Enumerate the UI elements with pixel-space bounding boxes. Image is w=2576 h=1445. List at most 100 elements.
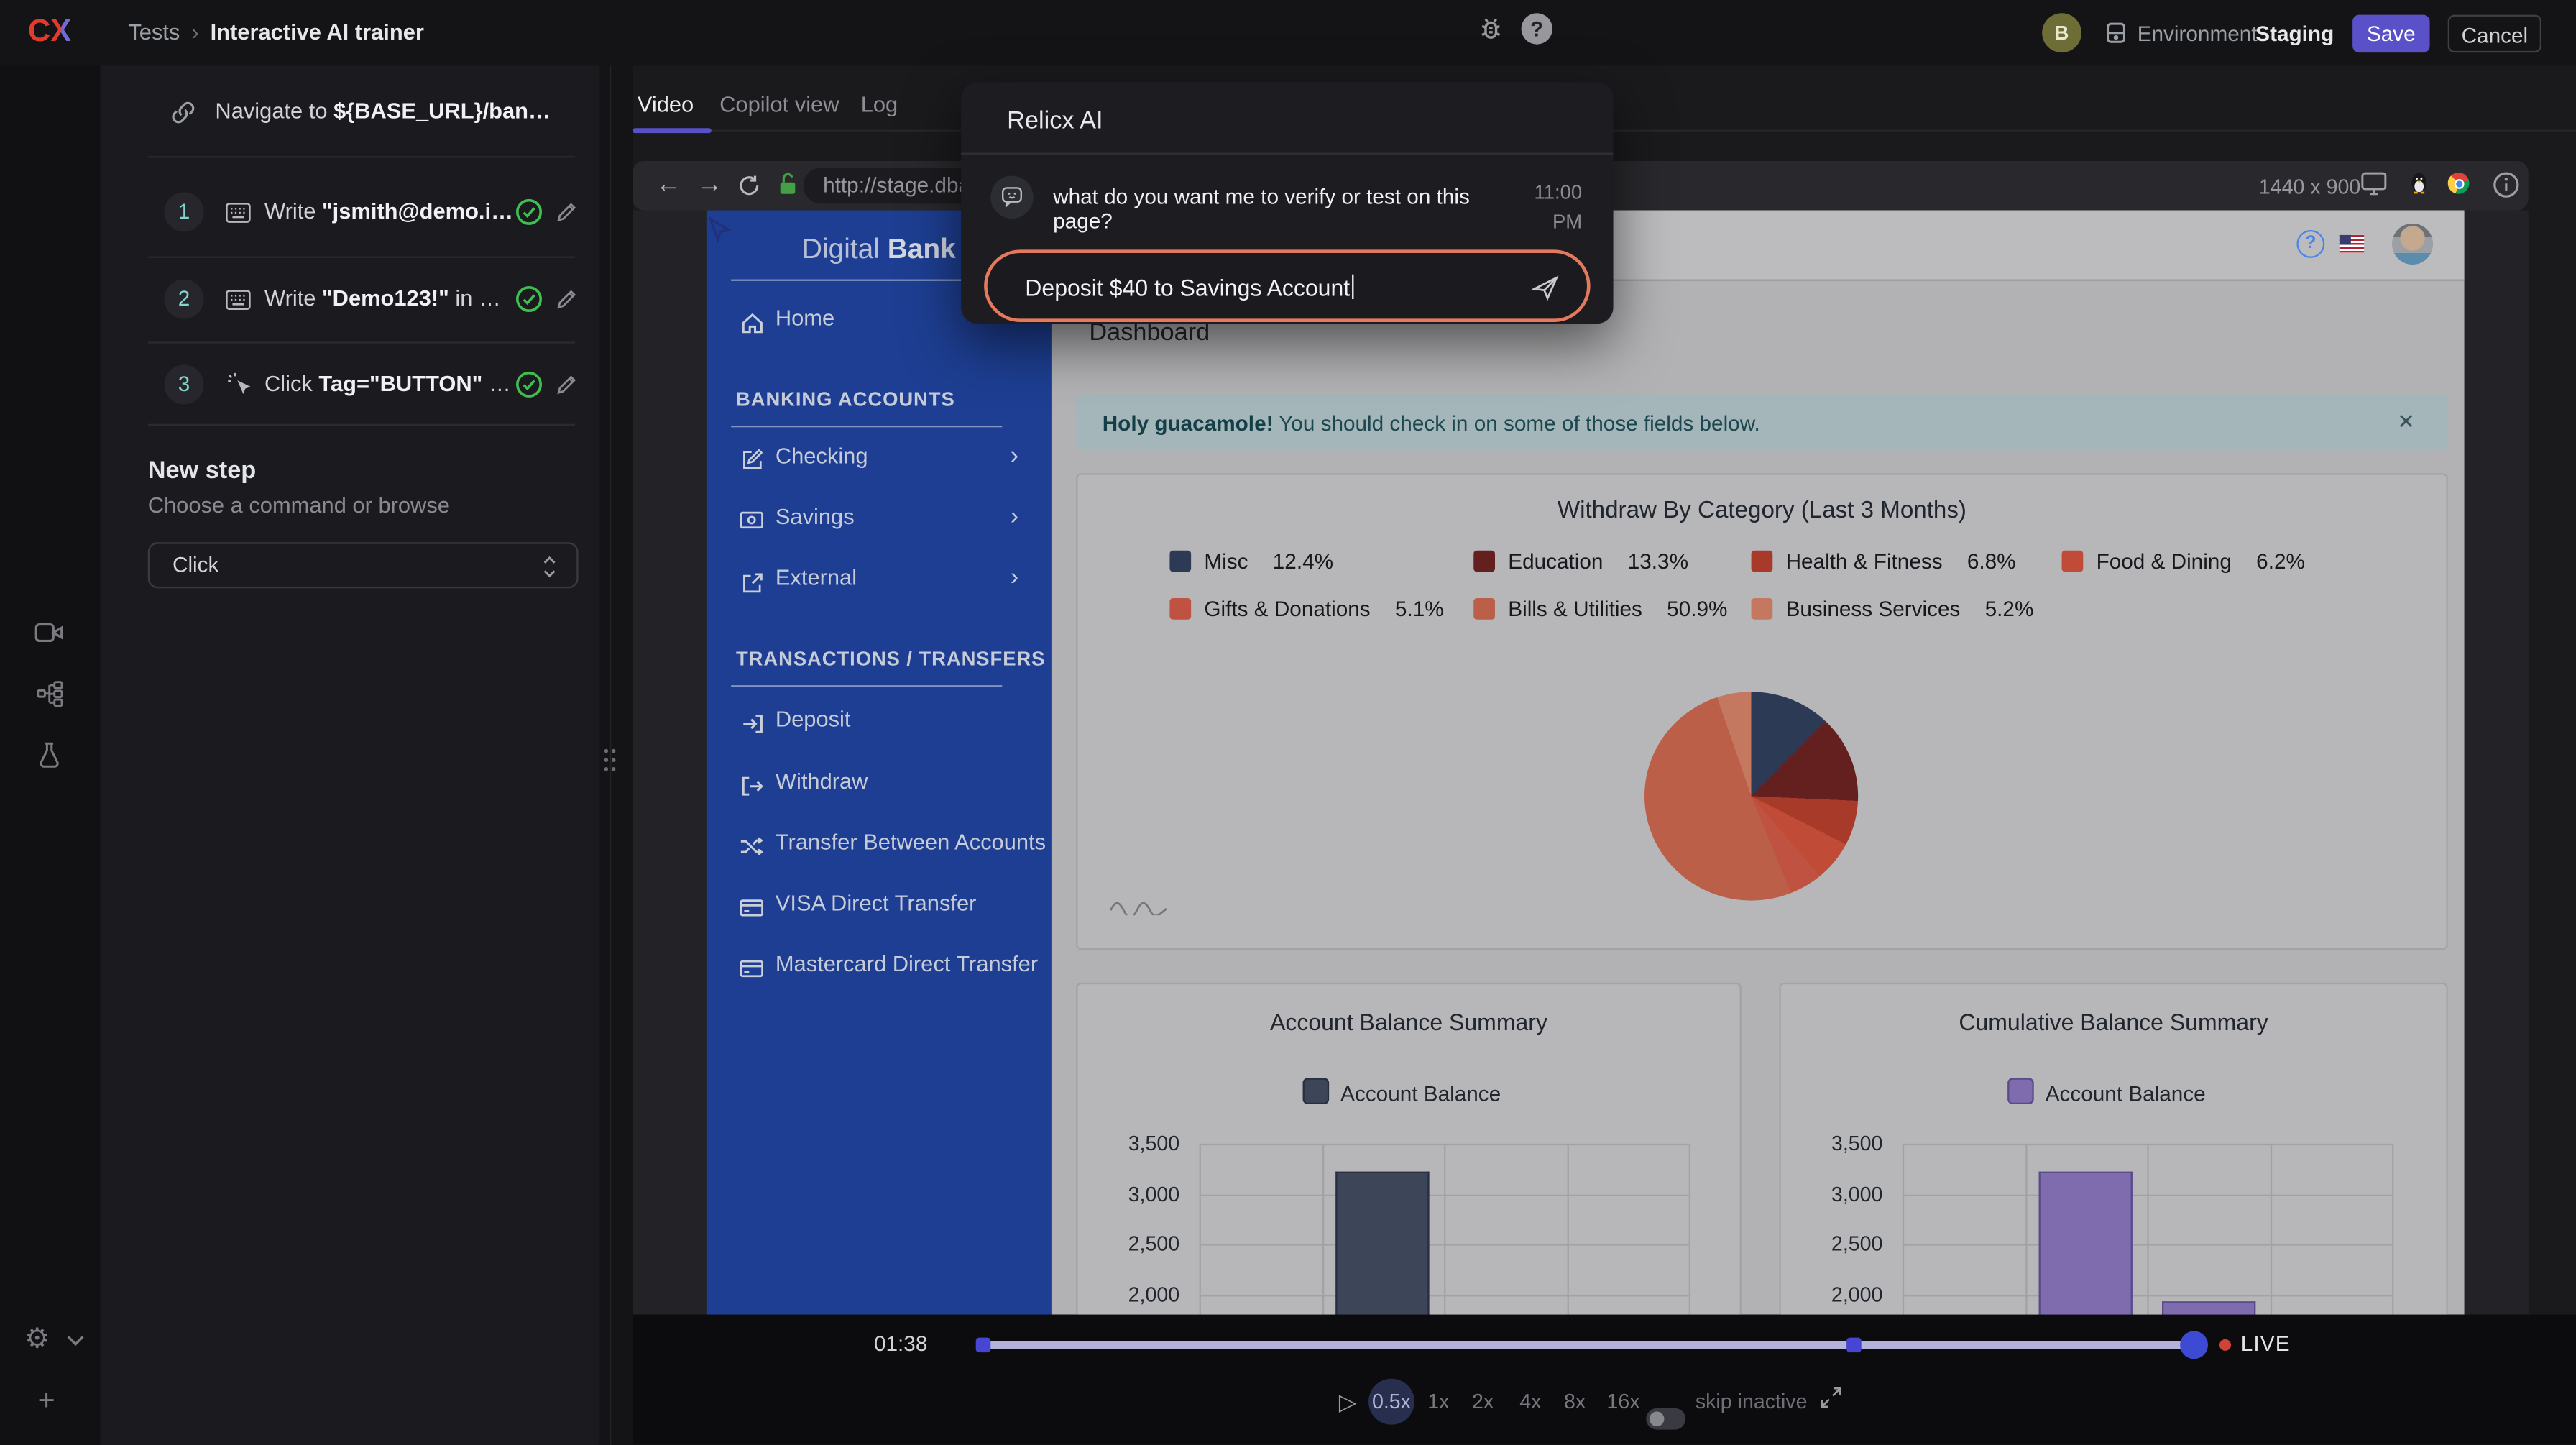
- command-select[interactable]: Click: [148, 542, 579, 588]
- step-1-edit-icon[interactable]: [556, 201, 579, 224]
- chrome-browser-icon[interactable]: [2448, 173, 2470, 194]
- tab-copilot-view[interactable]: Copilot view: [719, 92, 839, 116]
- add-plus-icon[interactable]: +: [38, 1385, 55, 1415]
- legend-item[interactable]: Misc12.4%: [1169, 549, 1333, 573]
- step-3-edit-icon[interactable]: [556, 373, 579, 396]
- select-updown-icon: [542, 556, 557, 579]
- step-3-success-icon: [514, 370, 543, 399]
- legend-item[interactable]: Gifts & Donations5.1%: [1169, 597, 1443, 621]
- bank-nav-home[interactable]: Home: [776, 306, 834, 330]
- browser-forward-icon[interactable]: →: [696, 173, 723, 199]
- legend-swatch: [2007, 1078, 2034, 1104]
- legend-item[interactable]: Education13.3%: [1473, 549, 1688, 573]
- bank-nav-visa-transfer[interactable]: VISA Direct Transfer: [776, 891, 977, 915]
- speed-1x[interactable]: 1x: [1427, 1390, 1449, 1413]
- fullscreen-icon[interactable]: [1818, 1385, 1843, 1410]
- slider-playhead[interactable]: [2180, 1330, 2208, 1358]
- slider-mid-handle[interactable]: [1846, 1336, 1862, 1352]
- legend-item[interactable]: Business Services5.2%: [1752, 597, 2034, 621]
- browser-reload-icon[interactable]: [737, 174, 760, 197]
- info-icon[interactable]: [2492, 171, 2520, 199]
- step-number-2: 2: [165, 280, 204, 319]
- step-1-label[interactable]: Write "jsmith@demo.i…: [264, 199, 513, 224]
- us-flag-icon[interactable]: [2340, 235, 2364, 253]
- environment-value[interactable]: Staging: [2255, 22, 2334, 46]
- step-2-label[interactable]: Write "Demo123!" in …: [264, 286, 501, 311]
- bank-nav-checking[interactable]: Checking: [776, 444, 868, 468]
- y-tick: 2,500: [1798, 1231, 1883, 1258]
- playback-slider[interactable]: [981, 1340, 2196, 1348]
- remote-cursor-icon: [708, 217, 735, 245]
- speed-8x[interactable]: 8x: [1564, 1390, 1586, 1413]
- bank-user-avatar[interactable]: [2392, 224, 2433, 265]
- save-button[interactable]: Save: [2352, 15, 2429, 53]
- step-number-1: 1: [165, 192, 204, 231]
- dialog-title: Relicx AI: [1007, 107, 1103, 135]
- navigate-step[interactable]: Navigate to ${BASE_URL}/ban…: [215, 98, 550, 123]
- home-icon: [741, 312, 764, 334]
- lock-icon[interactable]: [777, 171, 799, 198]
- skip-inactive-toggle[interactable]: [1646, 1408, 1685, 1430]
- slider-start-handle[interactable]: [976, 1336, 991, 1352]
- money-icon: [740, 511, 764, 529]
- chevron-right-icon: ›: [1011, 442, 1018, 470]
- external-link-icon: [741, 572, 764, 595]
- bank-help-icon[interactable]: ?: [2296, 230, 2324, 258]
- browser-back-icon[interactable]: ←: [656, 173, 682, 199]
- chevron-right-icon: ›: [1011, 503, 1018, 531]
- bank-nav-external[interactable]: External: [776, 565, 857, 590]
- shuffle-icon: [740, 836, 764, 855]
- bug-icon[interactable]: [1477, 15, 1505, 43]
- bank-nav-withdraw[interactable]: Withdraw: [776, 769, 868, 794]
- y-tick: 3,000: [1798, 1181, 1883, 1208]
- tab-log[interactable]: Log: [861, 92, 898, 116]
- tab-video[interactable]: Video: [638, 92, 694, 116]
- step-number-3: 3: [165, 364, 204, 404]
- cumulative-balance-bar: [2039, 1171, 2133, 1325]
- prompt-input[interactable]: Deposit $40 to Savings Account: [984, 249, 1590, 322]
- speed-2x[interactable]: 2x: [1472, 1390, 1494, 1413]
- alert-banner: Holy guacamole! You should check in on s…: [1076, 395, 2448, 451]
- legend-item[interactable]: Bills & Utilities50.9%: [1473, 597, 1727, 621]
- linux-penguin-icon[interactable]: [2409, 171, 2430, 194]
- bank-nav-mastercard-transfer[interactable]: Mastercard Direct Transfer: [776, 951, 1038, 976]
- flow-sitemap-icon[interactable]: [36, 680, 64, 708]
- relicx-ai-dialog: Relicx AI what do you want me to verify …: [961, 82, 1613, 324]
- flask-icon[interactable]: [36, 741, 63, 769]
- bank-nav-savings[interactable]: Savings: [776, 505, 855, 529]
- bank-divider: [731, 426, 1002, 427]
- video-letterbox-left: [632, 211, 707, 1315]
- account-balance-bar: [1335, 1171, 1429, 1325]
- monitor-icon[interactable]: [2361, 171, 2388, 196]
- legend-label[interactable]: Account Balance: [2046, 1081, 2206, 1106]
- play-icon[interactable]: ▷: [1339, 1388, 1357, 1416]
- cancel-button[interactable]: Cancel: [2448, 15, 2542, 53]
- breadcrumb: Tests›Interactive AI trainer: [128, 19, 424, 44]
- chevron-down-icon[interactable]: [65, 1334, 85, 1347]
- legend-item[interactable]: Food & Dining6.2%: [2062, 549, 2305, 573]
- app-window: CX CX Tests›Interactive AI trainer ? B E…: [0, 0, 2576, 1445]
- help-icon[interactable]: ?: [1522, 13, 1552, 44]
- live-label[interactable]: LIVE: [2241, 1331, 2291, 1355]
- skip-inactive-label[interactable]: skip inactive: [1696, 1390, 1808, 1413]
- resize-grip[interactable]: [602, 746, 618, 774]
- bank-nav-deposit[interactable]: Deposit: [776, 707, 851, 731]
- ai-message: what do you want me to verify or test on…: [1053, 184, 1513, 234]
- speed-0-5x[interactable]: 0.5x: [1368, 1379, 1414, 1425]
- bank-nav-transfer[interactable]: Transfer Between Accounts: [776, 830, 1046, 854]
- legend-label[interactable]: Account Balance: [1340, 1081, 1501, 1106]
- breadcrumb-tests[interactable]: Tests: [128, 19, 180, 44]
- user-avatar[interactable]: B: [2042, 13, 2082, 52]
- credit-card-icon: [740, 899, 764, 917]
- step-3-label[interactable]: Click Tag="BUTTON" …: [264, 372, 511, 396]
- step-2-edit-icon[interactable]: [556, 288, 579, 311]
- brand-logo[interactable]: CX CX: [28, 15, 71, 51]
- send-icon[interactable]: [1531, 275, 1559, 301]
- video-camera-icon[interactable]: [34, 620, 64, 646]
- settings-gear-icon[interactable]: ⚙: [24, 1324, 50, 1352]
- speed-16x[interactable]: 16x: [1606, 1390, 1639, 1413]
- alert-close-icon[interactable]: ✕: [2397, 409, 2415, 436]
- legend-item[interactable]: Health & Fitness6.8%: [1752, 549, 2016, 573]
- breadcrumb-separator: ›: [180, 19, 210, 44]
- speed-4x[interactable]: 4x: [1519, 1390, 1541, 1413]
